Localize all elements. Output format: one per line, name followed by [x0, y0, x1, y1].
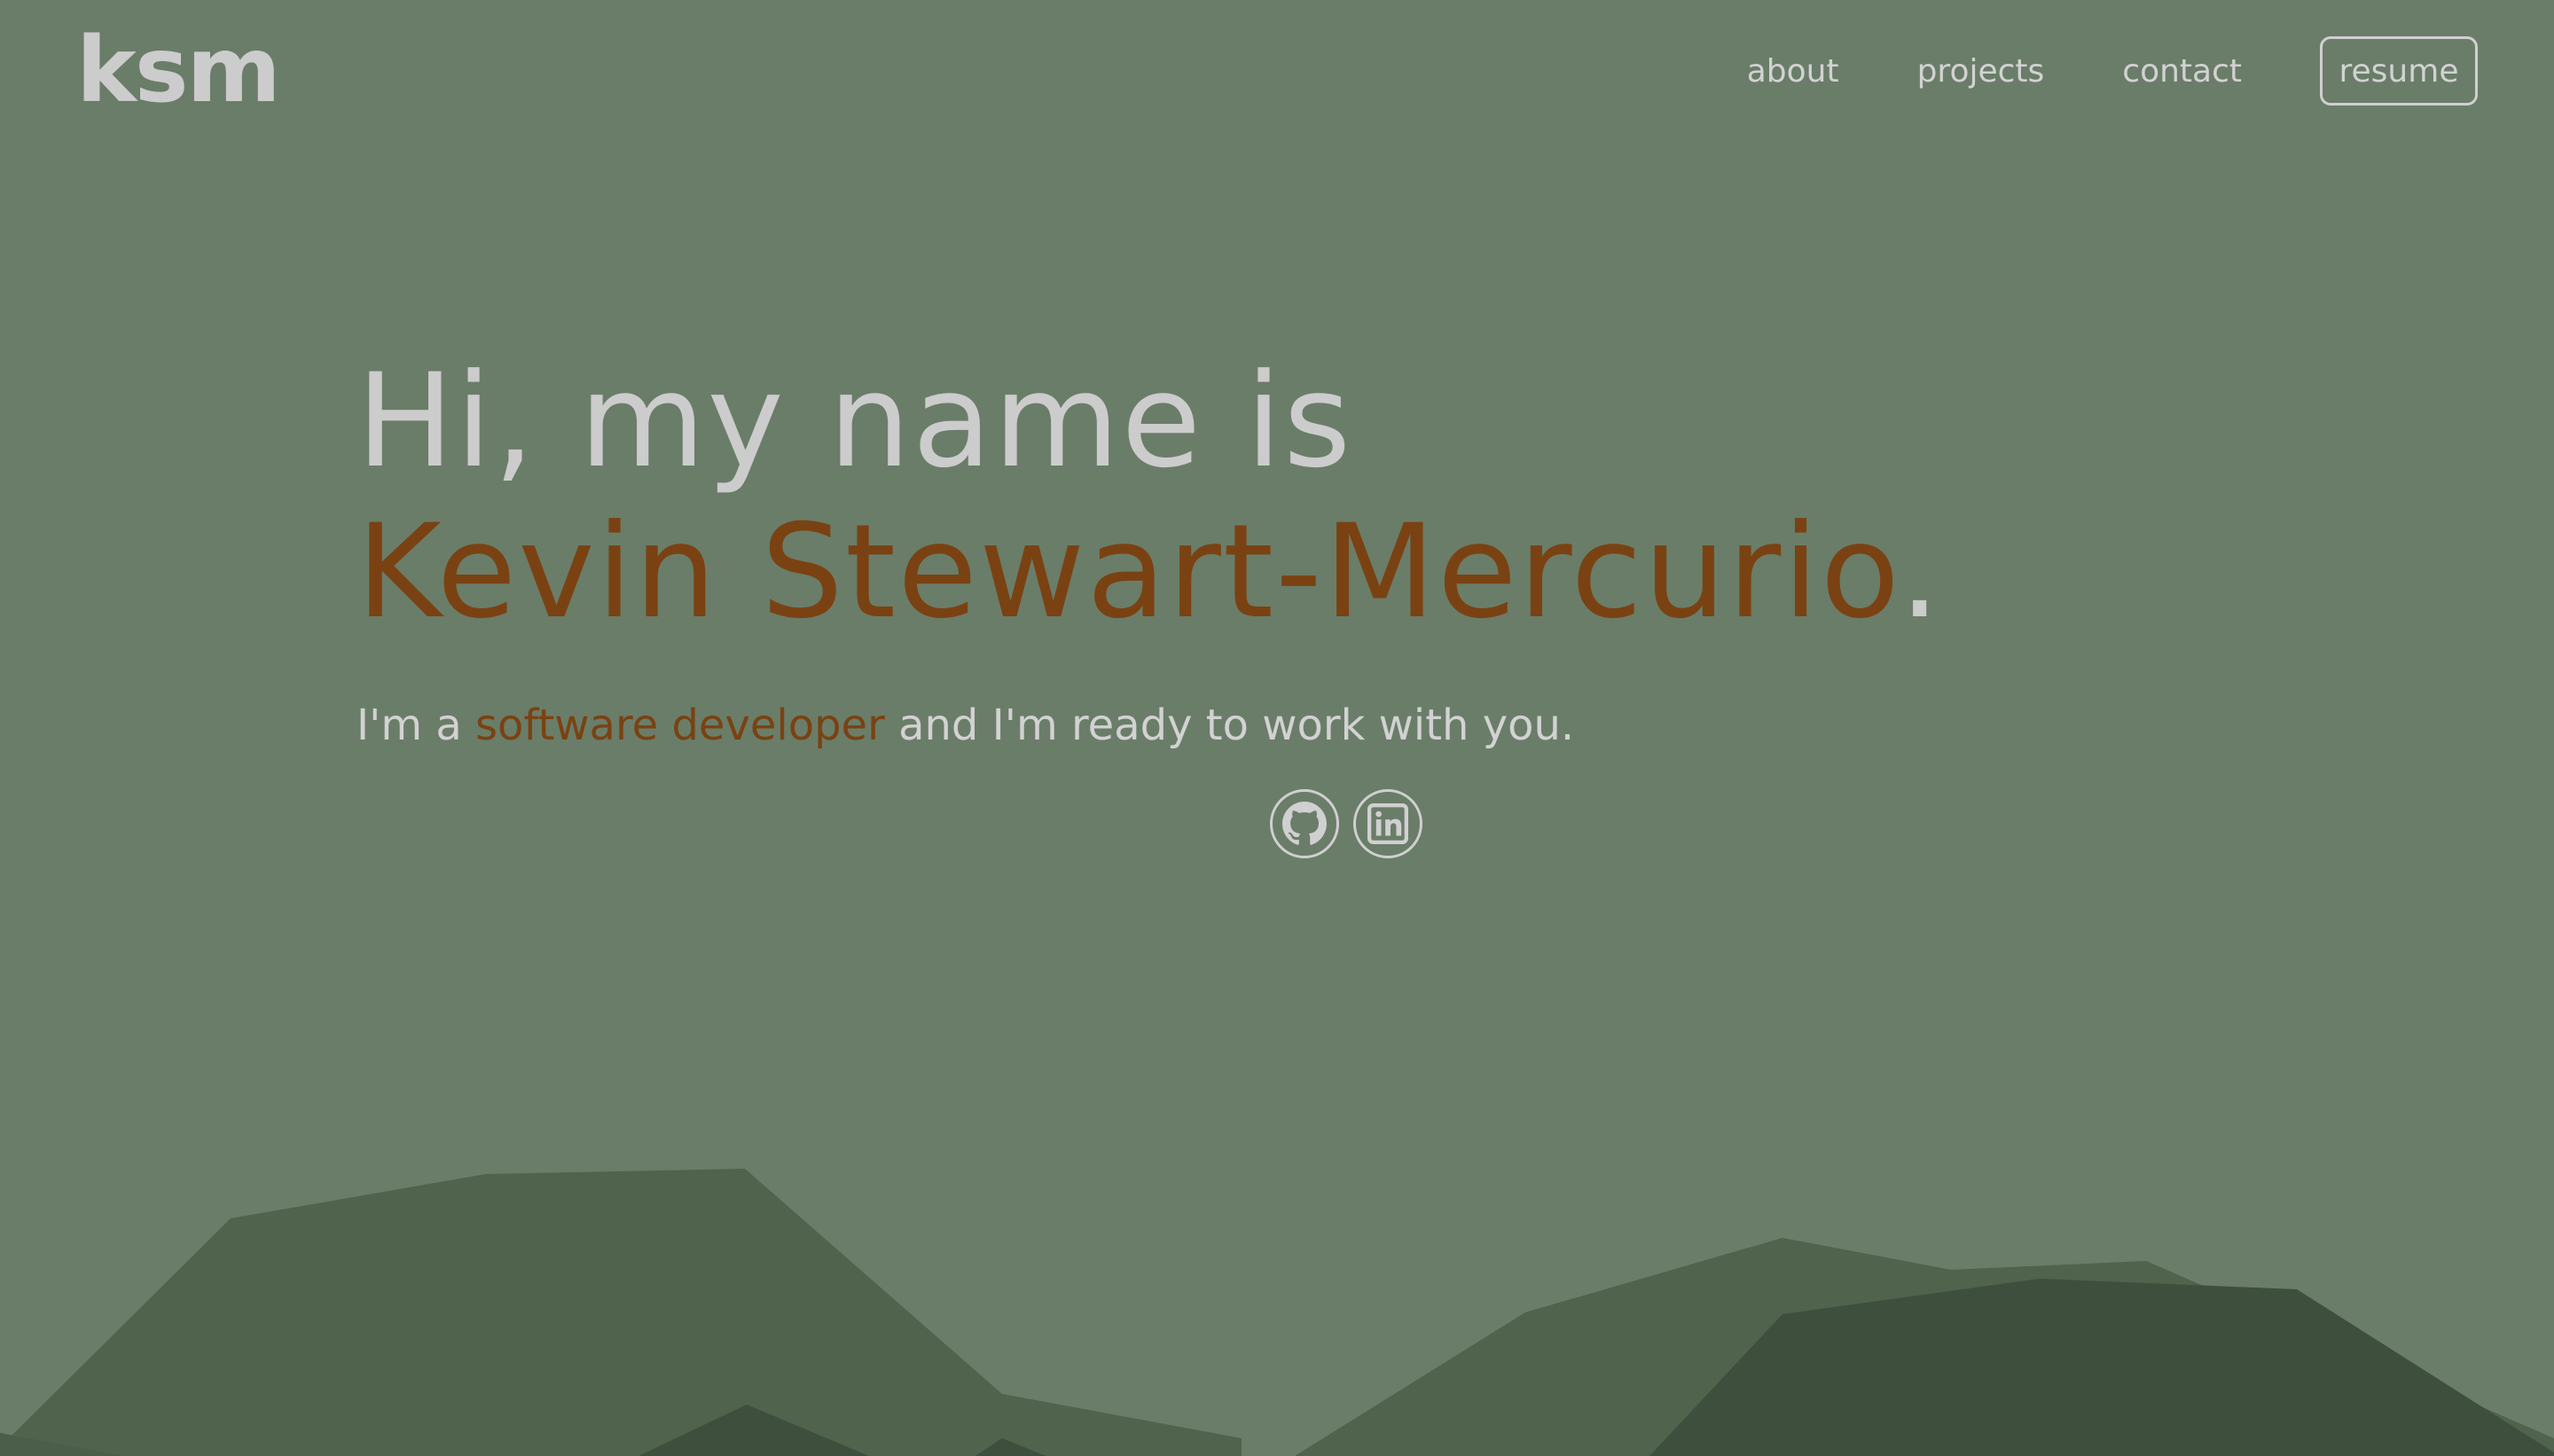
hero-section: Hi, my name is Kevin Stewart-Mercurio.	[356, 346, 1942, 647]
linkedin-icon	[1367, 803, 1408, 844]
tagline-suffix: and I'm ready to work with you.	[884, 701, 1575, 750]
github-icon	[1282, 802, 1327, 845]
site-logo[interactable]: ksm	[76, 18, 281, 124]
mountain-left	[0, 1169, 1242, 1456]
hero-greeting: Hi, my name is	[356, 346, 1353, 497]
social-links	[1270, 789, 1437, 858]
resume-button[interactable]: resume	[2320, 36, 2478, 106]
mountains-illustration	[0, 1169, 2554, 1456]
hero-tagline: I'm a software developer and I'm ready t…	[356, 701, 1574, 750]
nav-link-projects[interactable]: projects	[1917, 53, 2045, 90]
tagline-prefix: I'm a	[356, 701, 476, 750]
main-nav: about projects contact resume	[1669, 34, 2478, 108]
tagline-accent: software developer	[475, 701, 885, 750]
linkedin-link[interactable]	[1353, 789, 1422, 858]
github-link[interactable]	[1270, 789, 1339, 858]
nav-link-about[interactable]: about	[1747, 53, 1839, 90]
nav-link-contact[interactable]: contact	[2122, 53, 2242, 90]
hero-name: Kevin Stewart-Mercurio	[356, 497, 1900, 647]
hero-name-period: .	[1899, 497, 1942, 647]
hero-name-line: Kevin Stewart-Mercurio.	[356, 497, 1942, 647]
